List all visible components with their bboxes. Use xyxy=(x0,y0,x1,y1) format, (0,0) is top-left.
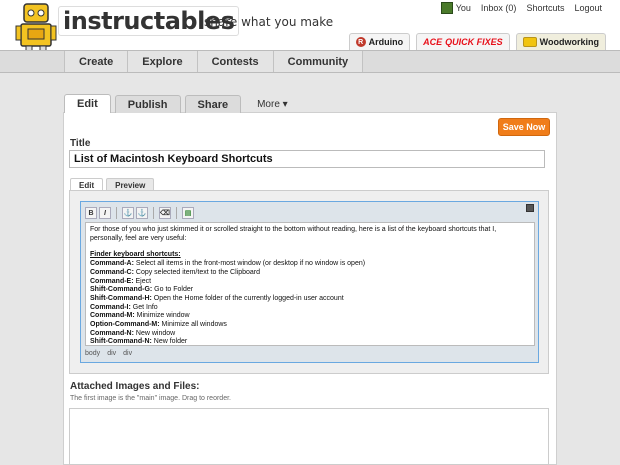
shortcut-desc: New window xyxy=(133,329,176,337)
shortcut-line: Command-N: New window xyxy=(90,330,530,339)
logout-link[interactable]: Logout xyxy=(574,3,602,13)
attachments-dropzone[interactable] xyxy=(69,408,549,465)
inbox-link[interactable]: Inbox (0) xyxy=(481,3,517,13)
italic-button[interactable]: I xyxy=(99,207,111,219)
shortcut-list: Command-A: Select all items in the front… xyxy=(90,260,530,346)
toolbar-divider xyxy=(176,207,177,219)
user-links: You Inbox (0) Shortcuts Logout xyxy=(440,2,602,14)
editor-toolbar: B I ⚓ ⚓ ⌫ ▤ xyxy=(85,205,535,221)
toolbar-divider xyxy=(116,207,117,219)
toolbar-divider xyxy=(153,207,154,219)
shortcut-desc: Open the Home folder of the currently lo… xyxy=(151,294,344,302)
shortcut-line: Command-C: Copy selected item/text to th… xyxy=(90,269,530,278)
nav-community[interactable]: Community xyxy=(273,51,364,72)
tab-more-dropdown[interactable]: More ▾ xyxy=(245,95,300,113)
partner-label: Woodworking xyxy=(539,37,599,47)
path-item[interactable]: div xyxy=(107,350,116,357)
nav-contests[interactable]: Contests xyxy=(197,51,274,72)
shortcut-key: Command-M: xyxy=(90,312,135,320)
tab-edit[interactable]: Edit xyxy=(64,94,111,113)
unlink-icon[interactable]: ⚓ xyxy=(136,207,148,219)
partner-tab-arduino[interactable]: R Arduino xyxy=(348,33,411,50)
nav-create[interactable]: Create xyxy=(64,51,129,72)
shortcut-line: Command-E: Eject xyxy=(90,278,530,287)
shortcut-line: Command-M: Minimize window xyxy=(90,312,530,321)
section-heading: Finder keyboard shortcuts: xyxy=(90,251,181,259)
partner-label: Arduino xyxy=(368,37,404,47)
insert-link-icon[interactable]: ⚓ xyxy=(122,207,134,219)
user-profile-link[interactable]: You xyxy=(440,2,471,14)
save-now-button[interactable]: Save Now xyxy=(498,118,550,136)
site-tagline: share what you make xyxy=(204,15,334,29)
editor-content[interactable]: For those of you who just skimmed it or … xyxy=(85,222,535,346)
ace-logo-text: ACE xyxy=(423,37,443,47)
shortcut-desc: Go to Folder xyxy=(152,286,194,294)
element-path-bar: body div div xyxy=(85,350,132,357)
path-item[interactable]: div xyxy=(123,350,132,357)
shortcut-key: Command-A: xyxy=(90,260,134,268)
eraser-icon[interactable]: ⌫ xyxy=(159,207,171,219)
shortcut-line: Command-A: Select all items in the front… xyxy=(90,260,530,269)
shortcut-line: Shift-Command-G: Go to Folder xyxy=(90,286,530,295)
page-tabs: Edit Publish Share More ▾ xyxy=(64,94,300,113)
shortcut-line: Shift-Command-N: New folder xyxy=(90,338,530,346)
woodworking-icon xyxy=(522,37,537,47)
partner-tab-ace[interactable]: ACE QUICK FIXES xyxy=(416,33,510,50)
shortcut-key: Command-N: xyxy=(90,329,134,337)
path-item[interactable]: body xyxy=(85,350,100,357)
shortcut-desc: Get Info xyxy=(130,303,158,311)
shortcut-line: Option-Command-M: Minimize all windows xyxy=(90,321,530,330)
site-header: instructables share what you make You In… xyxy=(0,0,620,57)
attachments-hint: The first image is the "main" image. Dra… xyxy=(70,395,231,402)
shortcut-desc: Copy selected item/text to the Clipboard xyxy=(133,268,261,276)
partner-channels: R Arduino ACE QUICK FIXES Woodworking xyxy=(348,33,606,50)
main-nav: Create Explore Contests Community xyxy=(0,50,620,73)
shortcuts-link[interactable]: Shortcuts xyxy=(526,3,564,13)
shortcut-line: Shift-Command-H: Open the Home folder of… xyxy=(90,295,530,304)
shortcut-key: Shift-Command-N: xyxy=(90,338,152,346)
shortcut-desc: Eject xyxy=(133,277,152,285)
tab-publish[interactable]: Publish xyxy=(114,95,181,113)
you-label: You xyxy=(455,3,471,13)
shortcut-key: Command-C: xyxy=(90,268,134,276)
title-input[interactable]: List of Macintosh Keyboard Shortcuts xyxy=(69,150,545,168)
shortcut-desc: Minimize window xyxy=(134,312,190,320)
shortcut-key: Command-I: xyxy=(90,303,131,311)
avatar xyxy=(440,2,453,14)
partner-tab-woodworking[interactable]: Woodworking xyxy=(515,33,606,50)
bold-button[interactable]: B xyxy=(85,207,97,219)
shortcut-desc: Minimize all windows xyxy=(159,321,227,329)
shortcut-desc: New folder xyxy=(151,338,188,346)
shortcut-key: Command-E: xyxy=(90,277,134,285)
arduino-icon: R xyxy=(355,37,366,47)
tab-share[interactable]: Share xyxy=(184,95,242,113)
shortcut-line: Command-I: Get Info xyxy=(90,304,530,313)
title-label: Title xyxy=(70,138,91,149)
nav-explore[interactable]: Explore xyxy=(128,51,198,72)
attachments-label: Attached Images and Files: xyxy=(70,381,200,392)
shortcut-key: Option-Command-M: xyxy=(90,321,160,329)
intro-paragraph: For those of you who just skimmed it or … xyxy=(90,226,497,242)
partner-label: QUICK FIXES xyxy=(445,37,503,47)
shortcut-desc: Select all items in the front-most windo… xyxy=(133,260,366,268)
shortcut-key: Shift-Command-G: xyxy=(90,286,153,294)
shortcut-key: Shift-Command-H: xyxy=(90,294,152,302)
source-code-icon[interactable]: ▤ xyxy=(182,207,194,219)
